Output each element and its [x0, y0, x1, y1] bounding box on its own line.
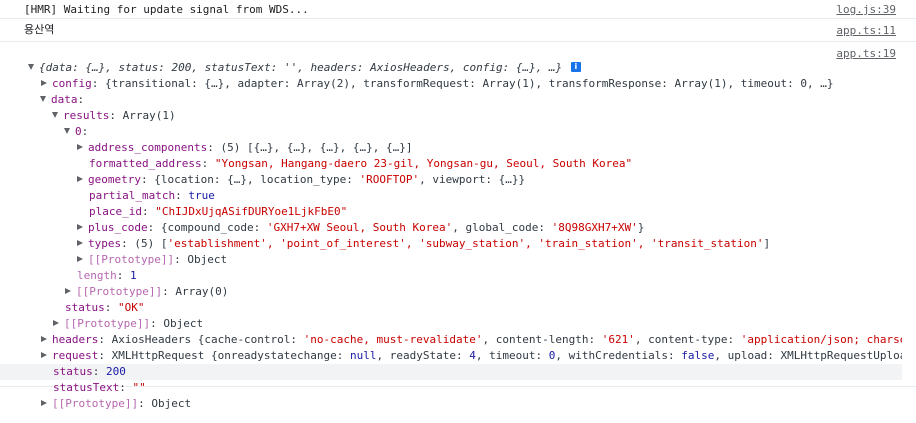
tree-node-headers[interactable]: headers: AxiosHeaders {cache-control: 'n… — [40, 332, 902, 348]
console-message-response-object: app.ts:19 {data: {…}, status: 200, statu… — [0, 42, 916, 410]
root-summary: {data: {…}, status: 200, statusText: '',… — [39, 61, 563, 74]
tree-node-length: length: 1 — [77, 269, 137, 282]
tree-node-data-prototype[interactable]: [[Prototype]]: Object — [52, 316, 902, 332]
console-message-station: 용산역 app.ts:11 — [0, 19, 916, 42]
source-link-app-ts-19[interactable]: app.ts:19 — [836, 47, 896, 60]
tree-node-data[interactable]: data: — [40, 92, 902, 108]
tree-node-prototype-array[interactable]: [[Prototype]]: Array(0) — [64, 284, 902, 300]
tree-node-plus-code[interactable]: plus_code: {compound_code: 'GXH7+XW Seou… — [76, 220, 902, 236]
console-message-text: 용산역 — [24, 23, 55, 36]
collapse-triangle-icon[interactable] — [65, 288, 71, 294]
tree-node-types[interactable]: types: (5) ['establishment', 'point_of_i… — [76, 236, 902, 252]
collapse-triangle-icon[interactable] — [41, 336, 47, 342]
collapse-triangle-icon[interactable] — [41, 400, 47, 406]
tree-node-status-text: statusText: "" — [53, 381, 146, 394]
collapse-triangle-icon[interactable] — [77, 240, 83, 246]
tree-node-place-id: place_id: "ChIJDxUjqASifDURYoe1LjkFbE0" — [89, 205, 348, 218]
tree-node-geometry[interactable]: geometry: {location: {…}, location_type:… — [76, 172, 902, 188]
expand-triangle-icon[interactable] — [52, 112, 58, 118]
tree-node-prototype-object[interactable]: [[Prototype]]: Object — [76, 252, 902, 268]
expand-triangle-icon[interactable] — [40, 96, 46, 102]
source-link-log-js[interactable]: log.js:39 — [836, 3, 896, 16]
tree-node-results[interactable]: results: Array(1) — [52, 108, 902, 124]
tree-node-formatted-address: formatted_address: "Yongsan, Hangang-dae… — [89, 157, 633, 170]
expand-triangle-icon[interactable] — [28, 64, 34, 70]
collapse-triangle-icon[interactable] — [77, 224, 83, 230]
source-link-app-ts-11[interactable]: app.ts:11 — [836, 24, 896, 37]
collapse-triangle-icon[interactable] — [41, 352, 47, 358]
collapse-triangle-icon[interactable] — [53, 320, 59, 326]
tree-node-address-components[interactable]: address_components: (5) [{…}, {…}, {…}, … — [76, 140, 902, 156]
devtools-console: [HMR] Waiting for update signal from WDS… — [0, 0, 916, 423]
tree-node-index-0[interactable]: 0: — [64, 124, 902, 140]
collapse-triangle-icon[interactable] — [77, 144, 83, 150]
tree-node-status-ok: status: "OK" — [65, 301, 145, 314]
tree-node-config[interactable]: config: {transitional: {…}, adapter: Arr… — [40, 76, 902, 92]
expand-triangle-icon[interactable] — [64, 128, 70, 134]
tree-node-status-code: status: 200 — [0, 364, 902, 380]
tree-node-partial-match: partial_match: true — [89, 189, 215, 202]
collapse-triangle-icon[interactable] — [77, 256, 83, 262]
info-icon[interactable]: i — [570, 62, 581, 72]
console-message-text: [HMR] Waiting for update signal from WDS… — [24, 3, 309, 16]
tree-node-request[interactable]: request: XMLHttpRequest {onreadystatecha… — [40, 348, 902, 364]
collapse-triangle-icon[interactable] — [41, 80, 47, 86]
tree-root[interactable]: {data: {…}, status: 200, statusText: '',… — [28, 60, 902, 76]
console-message-hmr: [HMR] Waiting for update signal from WDS… — [0, 0, 916, 19]
collapse-triangle-icon[interactable] — [77, 176, 83, 182]
tree-node-root-prototype[interactable]: [[Prototype]]: Object — [40, 396, 902, 412]
